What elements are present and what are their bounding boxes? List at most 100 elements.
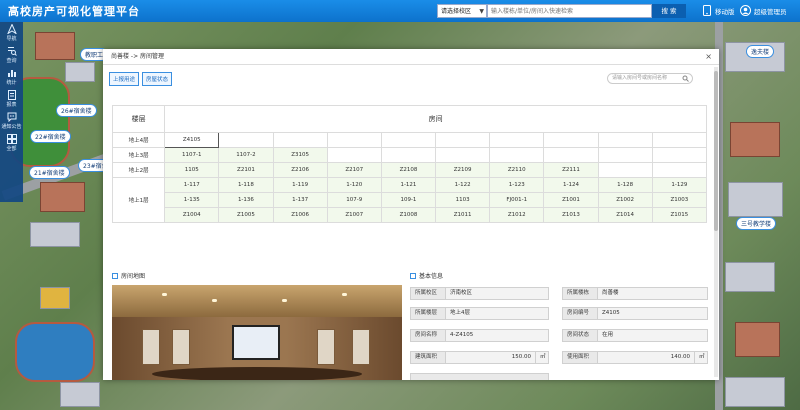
- map-tag-building[interactable]: 22#宿舍楼: [30, 130, 71, 143]
- room-cell[interactable]: 1-118: [218, 177, 274, 193]
- room-cell[interactable]: Z1011: [435, 207, 491, 223]
- room-cell[interactable]: 1-135: [164, 192, 220, 208]
- room-search-input[interactable]: 请输入房间号或房间名称: [607, 73, 693, 84]
- room-cell[interactable]: Z2111: [543, 162, 599, 178]
- room-cell[interactable]: Z1008: [380, 207, 437, 223]
- empty-cell: [597, 132, 653, 148]
- photo-table: [152, 367, 362, 380]
- search-icon: [682, 75, 689, 82]
- photo-light: [342, 293, 347, 296]
- room-cell[interactable]: Z1012: [489, 207, 545, 223]
- field-value: 尚善楼: [598, 287, 708, 300]
- field-label: 所属楼层: [410, 307, 446, 320]
- empty-cell: [597, 147, 653, 163]
- room-cell[interactable]: 1103: [435, 192, 491, 208]
- empty-cell: [543, 147, 599, 163]
- info-field-room-no: 房间编号 Z4105: [562, 307, 708, 320]
- room-cell[interactable]: 1-117: [164, 177, 220, 193]
- search-button[interactable]: 搜 索: [652, 4, 686, 18]
- room-cell[interactable]: 1-137: [272, 192, 328, 208]
- field-value: 140.00: [598, 351, 695, 364]
- room-cell[interactable]: Z1001: [543, 192, 599, 208]
- room-cell[interactable]: Z1013: [543, 207, 599, 223]
- room-cell[interactable]: 1107-2: [218, 147, 274, 163]
- map-tag-building[interactable]: 逸夫楼: [746, 45, 775, 58]
- map-building: [725, 377, 785, 407]
- rooms-header: 房间: [164, 105, 707, 133]
- room-cell[interactable]: 107-9: [326, 192, 382, 208]
- room-cell[interactable]: Z1014: [597, 207, 653, 223]
- sidebar-item-label: 全部: [6, 146, 17, 152]
- room-cell[interactable]: Z2107: [326, 162, 382, 178]
- field-value: 济南校区: [446, 287, 549, 300]
- dialog-scrollbar-thumb[interactable]: [714, 71, 718, 231]
- room-cell[interactable]: Z4105: [164, 132, 220, 148]
- report-icon: [7, 90, 16, 100]
- room-cell[interactable]: FJ001-1: [489, 192, 545, 208]
- room-cell[interactable]: Z2110: [489, 162, 545, 178]
- floor-header: 楼层: [111, 105, 166, 133]
- field-label: 所属楼栋: [562, 287, 598, 300]
- message-icon: [7, 112, 16, 122]
- map-tag-building[interactable]: 26#宿舍楼: [56, 104, 97, 117]
- room-cell[interactable]: Z1007: [326, 207, 382, 223]
- close-icon[interactable]: ×: [705, 49, 712, 65]
- photo-panel: [172, 329, 190, 365]
- user-label: 超级管理员: [754, 7, 787, 16]
- empty-cell: [543, 132, 599, 148]
- room-search-placeholder: 请输入房间号或房间名称: [612, 75, 668, 81]
- search-input[interactable]: [487, 4, 652, 18]
- room-cell[interactable]: 1-128: [597, 177, 653, 193]
- room-cell[interactable]: 1-136: [218, 192, 274, 208]
- table-row: 地上3层 1107-1 1107-2 Z3105: [111, 147, 708, 163]
- photo-panel: [142, 329, 160, 365]
- room-cell[interactable]: Z1015: [651, 207, 708, 223]
- floor-label: 地上4层: [111, 132, 166, 148]
- map-tag-building[interactable]: 三号教学楼: [736, 217, 777, 230]
- room-cell[interactable]: Z1003: [651, 192, 708, 208]
- user-icon: [740, 5, 751, 16]
- room-cell[interactable]: Z2108: [380, 162, 437, 178]
- empty-cell: [326, 132, 382, 148]
- room-cell[interactable]: Z3105: [272, 147, 328, 163]
- room-cell[interactable]: Z2106: [272, 162, 328, 178]
- report-usage-button[interactable]: 上报用途: [109, 72, 140, 86]
- map-building: [30, 222, 80, 247]
- sidebar-item-statistics[interactable]: 统计: [0, 66, 23, 88]
- campus-select[interactable]: 请选择校区 ▼: [437, 4, 487, 18]
- field-label: 房间名称: [410, 329, 446, 342]
- map-tag-building[interactable]: 21#宿舍楼: [29, 166, 70, 179]
- room-cell[interactable]: 1107-1: [164, 147, 220, 163]
- sidebar-item-navigation[interactable]: 导航: [0, 22, 23, 44]
- room-status-button[interactable]: 房屋状态: [142, 72, 173, 86]
- sidebar-item-query[interactable]: 查询: [0, 44, 23, 66]
- room-cell[interactable]: 1-122: [435, 177, 491, 193]
- room-cell[interactable]: Z1004: [164, 207, 220, 223]
- breadcrumb: 尚善楼 -> 房间管理: [111, 53, 165, 60]
- room-cell[interactable]: Z1005: [218, 207, 274, 223]
- room-cell[interactable]: 109-1: [380, 192, 437, 208]
- mobile-version-link[interactable]: 移动版: [701, 5, 735, 16]
- room-cell[interactable]: Z2109: [435, 162, 491, 178]
- sidebar-item-all[interactable]: 全部: [0, 132, 23, 154]
- sidebar-item-report[interactable]: 报表: [0, 88, 23, 110]
- room-cell[interactable]: Z2101: [218, 162, 274, 178]
- empty-cell: [489, 132, 545, 148]
- user-menu[interactable]: 超级管理员: [740, 5, 787, 16]
- map-building: [730, 122, 780, 157]
- empty-cell: [651, 147, 708, 163]
- compass-icon: [6, 24, 17, 34]
- room-cell[interactable]: 1-119: [272, 177, 328, 193]
- room-cell[interactable]: Z1006: [272, 207, 328, 223]
- document-icon: [112, 272, 118, 279]
- room-cell[interactable]: Z1002: [597, 192, 653, 208]
- room-cell[interactable]: 1-129: [651, 177, 708, 193]
- sidebar-item-notice[interactable]: 通知公告: [0, 110, 23, 132]
- info-field-use-area: 使用面积 140.00 ㎡: [562, 351, 708, 364]
- field-unit: ㎡: [695, 351, 708, 364]
- room-cell[interactable]: 1-124: [543, 177, 599, 193]
- room-cell[interactable]: 1105: [164, 162, 220, 178]
- room-cell[interactable]: 1-121: [380, 177, 437, 193]
- room-cell[interactable]: 1-123: [489, 177, 545, 193]
- room-cell[interactable]: 1-120: [326, 177, 382, 193]
